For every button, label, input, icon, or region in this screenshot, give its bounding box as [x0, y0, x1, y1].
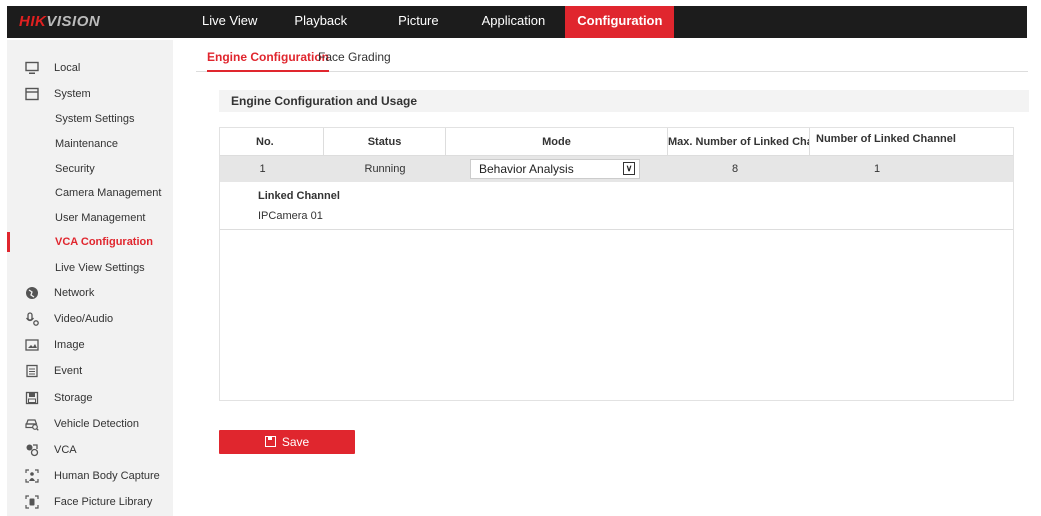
- sidebar-label: VCA: [54, 444, 77, 456]
- sidebar-label: Network: [54, 287, 95, 299]
- sidebar-item-vca[interactable]: VCA: [7, 438, 173, 462]
- sidebar-item-system-settings[interactable]: System Settings: [7, 107, 173, 131]
- cell-num-linked: 1: [873, 163, 881, 175]
- storage-icon: [25, 391, 39, 405]
- linked-channel-value: IPCamera 01: [258, 210, 323, 222]
- sidebar-item-vca-configuration[interactable]: VCA Configuration: [7, 230, 173, 254]
- sidebar-item-face-picture-library[interactable]: Face Picture Library: [7, 490, 173, 514]
- sidebar-label: Vehicle Detection: [54, 418, 139, 430]
- face-library-icon: [25, 495, 39, 509]
- sidebar-label: Storage: [54, 392, 93, 404]
- sidebar-item-event[interactable]: Event: [7, 359, 173, 383]
- save-button[interactable]: Save: [219, 430, 355, 454]
- sidebar-label: Maintenance: [55, 138, 118, 150]
- vehicle-search-icon: [25, 417, 39, 431]
- sidebar-item-security[interactable]: Security: [7, 157, 173, 181]
- monitor-icon: [25, 61, 39, 75]
- vca-icon: [25, 443, 39, 457]
- sidebar-label: System Settings: [55, 113, 135, 125]
- nav-live-view[interactable]: Live View: [187, 6, 269, 38]
- system-icon: [25, 87, 39, 101]
- tab-engine-configuration[interactable]: Engine Configuration: [207, 50, 329, 72]
- table-header: No. Status Mode Max. Number of Linked Ch…: [220, 128, 1013, 156]
- top-nav: Live View Playback Picture Application C…: [187, 6, 675, 38]
- header-max-linked: Max. Number of Linked Cha...: [668, 128, 810, 156]
- nav-configuration[interactable]: Configuration: [565, 6, 675, 38]
- sidebar-item-camera-management[interactable]: Camera Management: [7, 181, 173, 205]
- header-no: No.: [220, 128, 324, 156]
- header-num-linked: Number of Linked Channel: [816, 133, 956, 145]
- globe-icon: [25, 286, 39, 300]
- sidebar-label: Video/Audio: [54, 313, 114, 325]
- cell-status: Running: [364, 163, 406, 175]
- sidebar-item-maintenance[interactable]: Maintenance: [7, 132, 173, 156]
- sidebar-label: Security: [55, 163, 95, 175]
- cell-max-linked: 8: [731, 163, 739, 175]
- section-title: Engine Configuration and Usage: [219, 90, 1029, 112]
- sidebar-label: System: [54, 88, 91, 100]
- top-bar: HIKVISION Live View Playback Picture App…: [7, 6, 1027, 38]
- mode-select-value: Behavior Analysis: [479, 162, 574, 176]
- mode-select[interactable]: Behavior Analysis ∨: [470, 159, 640, 179]
- sidebar-label: VCA Configuration: [55, 236, 153, 248]
- nav-picture[interactable]: Picture: [373, 6, 462, 38]
- sidebar-item-human-body-capture[interactable]: Human Body Capture: [7, 464, 173, 488]
- tab-face-grading[interactable]: Face Grading: [318, 50, 391, 72]
- sidebar-label: User Management: [55, 212, 146, 224]
- sidebar-label: Face Picture Library: [54, 496, 153, 508]
- sidebar-item-vehicle-detection[interactable]: Vehicle Detection: [7, 412, 173, 436]
- hikvision-logo: HIKVISION: [19, 13, 101, 30]
- save-label: Save: [281, 435, 310, 449]
- linked-channel-section: Linked Channel IPCamera 01: [220, 182, 1013, 230]
- sidebar-label: Event: [54, 365, 83, 377]
- save-icon: [264, 436, 276, 447]
- calendar-icon: [25, 364, 39, 378]
- chevron-down-icon[interactable]: ∨: [623, 162, 635, 175]
- sidebar-label: Camera Management: [55, 187, 162, 199]
- sidebar-item-system[interactable]: System: [7, 82, 173, 106]
- header-mode: Mode: [446, 128, 668, 156]
- sidebar: Local System System Settings Maintenance…: [7, 40, 173, 516]
- sidebar-item-local[interactable]: Local: [7, 56, 173, 80]
- human-body-capture-icon: [25, 469, 39, 483]
- sidebar-item-network[interactable]: Network: [7, 281, 173, 305]
- sidebar-item-video-audio[interactable]: Video/Audio: [7, 307, 173, 331]
- config-tabs: Engine Configuration Face Grading: [196, 46, 1028, 72]
- sidebar-label: Human Body Capture: [54, 470, 160, 482]
- sidebar-label: Local: [54, 62, 81, 74]
- sidebar-item-image[interactable]: Image: [7, 333, 173, 357]
- microphone-icon: [25, 312, 39, 326]
- cell-no: 1: [259, 163, 266, 175]
- sidebar-item-storage[interactable]: Storage: [7, 386, 173, 410]
- nav-playback[interactable]: Playback: [269, 6, 373, 38]
- nav-application[interactable]: Application: [463, 6, 566, 38]
- header-status: Status: [324, 128, 446, 156]
- sidebar-label: Live View Settings: [55, 262, 145, 274]
- table-row[interactable]: 1 Running Behavior Analysis ∨ 8 1: [220, 156, 1013, 182]
- engine-table: No. Status Mode Max. Number of Linked Ch…: [219, 127, 1014, 401]
- sidebar-item-user-management[interactable]: User Management: [7, 206, 173, 230]
- sidebar-label: Image: [54, 339, 85, 351]
- linked-channel-label: Linked Channel: [258, 190, 340, 202]
- image-icon: [25, 338, 39, 352]
- sidebar-item-live-view-settings[interactable]: Live View Settings: [7, 256, 173, 280]
